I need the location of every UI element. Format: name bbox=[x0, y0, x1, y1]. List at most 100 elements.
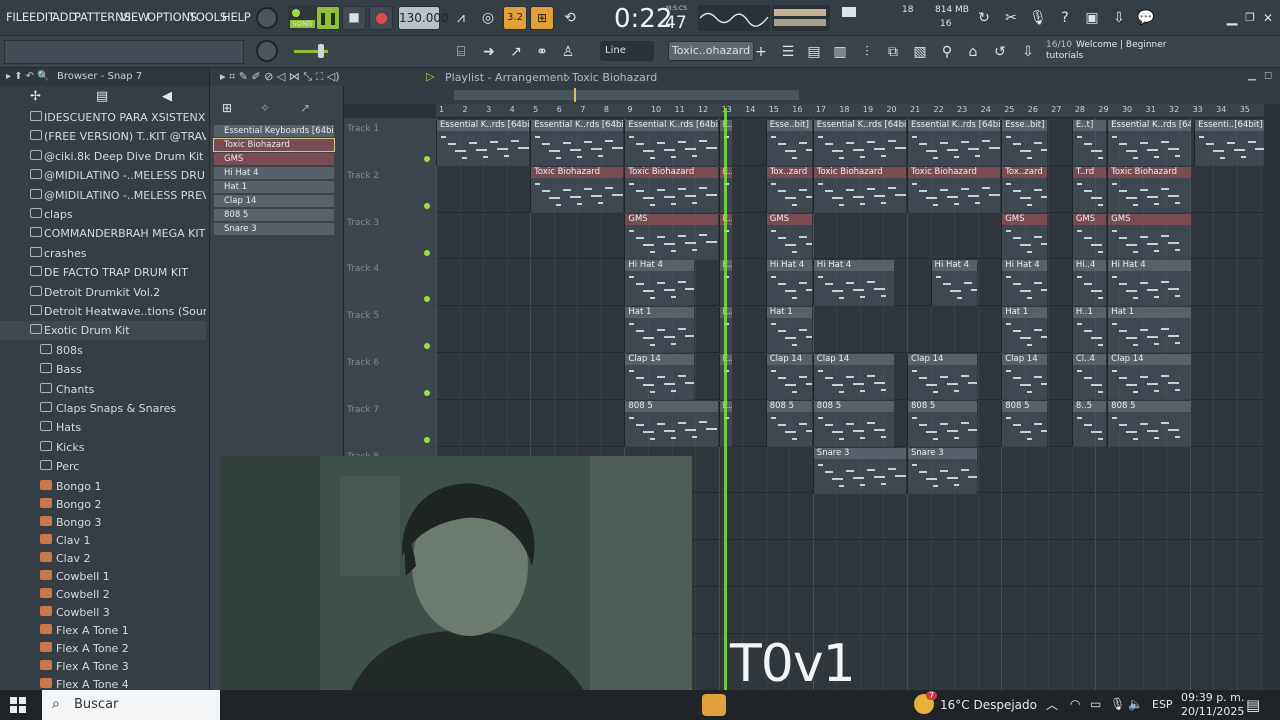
picker-audio-icon[interactable]: ✧ bbox=[260, 101, 270, 115]
browser-folder[interactable]: Detroit Heatwave..tions (Sound Kit) bbox=[0, 302, 206, 321]
browser-folder[interactable]: crashes bbox=[0, 244, 206, 263]
browser-folder[interactable]: @MIDILATINO -..MELESS DRUM KIT bbox=[0, 166, 206, 185]
cut-icon[interactable]: ✂ bbox=[1000, 7, 1022, 29]
picker-item[interactable]: Essential Keyboards [64bit] bbox=[214, 125, 334, 137]
track-name[interactable]: Track 2 bbox=[347, 171, 379, 181]
browser-speaker-icon[interactable]: ◀ bbox=[162, 89, 172, 104]
stop-button[interactable]: ■ bbox=[342, 6, 366, 30]
playlist-clip[interactable]: Hi Hat 4 bbox=[812, 260, 895, 307]
playhead-marker[interactable] bbox=[724, 108, 727, 690]
browser-subfolder[interactable]: Claps Snaps & Snares bbox=[0, 399, 206, 418]
playlist-clip[interactable]: 808 5 bbox=[765, 400, 812, 447]
browser-file[interactable]: Cowbell 1 bbox=[0, 567, 206, 586]
playlist-clip[interactable]: Hi Hat 4 bbox=[624, 260, 695, 307]
tempo-display[interactable]: 130.000 bbox=[398, 6, 449, 30]
browser-file[interactable]: Bongo 3 bbox=[0, 513, 206, 532]
fl-studio-taskbar-icon[interactable] bbox=[702, 694, 726, 716]
render-icon[interactable]: ⇩ bbox=[1108, 7, 1130, 29]
playlist-clip[interactable]: Essential K..rds [64bit] bbox=[812, 120, 906, 166]
playlist-clip[interactable]: Hat 1 bbox=[1107, 307, 1191, 354]
browser-nav-icons[interactable]: ▸ ⬆ ↶ 🔍 bbox=[6, 71, 50, 82]
playlist-clip[interactable]: Hi Hat 4 bbox=[1107, 260, 1191, 307]
playlist-clip[interactable]: Essential K..rds [64bit] bbox=[530, 120, 624, 166]
pattern-select[interactable]: Toxic..ohazard bbox=[668, 41, 754, 61]
track-mute-led-icon[interactable] bbox=[424, 436, 430, 443]
playlist-clip[interactable]: T..rd bbox=[1071, 166, 1107, 213]
picker-automation-icon[interactable]: ↗ bbox=[300, 101, 310, 115]
playlist-clip[interactable]: Cl..4 bbox=[1071, 354, 1107, 400]
playlist-clip[interactable]: Toxic Biohazard bbox=[624, 166, 718, 213]
countdown-button[interactable]: 3.2 bbox=[503, 6, 527, 30]
playlist-clip[interactable]: 8..5 bbox=[1071, 400, 1107, 447]
browser-subfolder[interactable]: 808s bbox=[0, 341, 206, 360]
download-icon[interactable]: ⇩ bbox=[1017, 41, 1039, 63]
browser-file[interactable]: Clav 1 bbox=[0, 531, 206, 550]
windows-start-icon[interactable] bbox=[10, 697, 26, 713]
browser-file[interactable]: Flex A Tone 3 bbox=[0, 657, 206, 676]
playlist-clip[interactable]: GMS bbox=[765, 213, 812, 260]
routing-icon[interactable]: ⧉ bbox=[882, 41, 904, 63]
playlist-clip[interactable]: 808 5 bbox=[624, 400, 718, 447]
add-pattern-icon[interactable]: + bbox=[754, 41, 768, 63]
notifications-icon[interactable]: ▤ bbox=[1246, 696, 1260, 714]
picker-item[interactable]: Hi Hat 4 bbox=[214, 167, 334, 179]
news-panel[interactable]: 16/10 Welcome | Beginner tutorials bbox=[1046, 40, 1176, 64]
tray-chevron-icon[interactable]: ︿ bbox=[1046, 696, 1058, 713]
playlist-clip[interactable]: Hi Hat 4 bbox=[1001, 260, 1048, 307]
playlist-clip[interactable]: Hat 1 bbox=[624, 307, 695, 354]
playlist-clip[interactable]: Toxic Biohazard bbox=[812, 166, 906, 213]
browser-folder[interactable]: (FREE VERSION) T..KIT @TRAVABEATS bbox=[0, 127, 206, 146]
playlist-clip[interactable]: Tox..zard bbox=[1001, 166, 1048, 213]
track-mute-led-icon[interactable] bbox=[424, 343, 430, 350]
playlist-overview[interactable] bbox=[344, 86, 1280, 104]
browser-folder[interactable]: Exotic Drum Kit bbox=[0, 321, 206, 341]
browser-file[interactable]: Cowbell 3 bbox=[0, 603, 206, 622]
mic-tray-icon[interactable]: 🎙 bbox=[1110, 697, 1125, 711]
browser-subfolder[interactable]: Perc bbox=[0, 457, 206, 476]
minimize-icon[interactable]: ▁ bbox=[1224, 7, 1240, 29]
browser-file[interactable]: Bongo 2 bbox=[0, 495, 206, 514]
playlist-clip[interactable]: 808 5 bbox=[812, 400, 895, 447]
track-name[interactable]: Track 6 bbox=[347, 358, 379, 368]
channel-rack-icon[interactable]: ▥ bbox=[829, 41, 851, 63]
picker-item[interactable]: Hat 1 bbox=[214, 181, 334, 193]
track-name[interactable]: Track 3 bbox=[347, 218, 379, 228]
playlist-clip[interactable]: Hi Hat 4 bbox=[930, 260, 977, 307]
playlist-clip[interactable]: Essential K..rds [64bit] bbox=[624, 120, 718, 166]
playlist-clip[interactable]: Clap 14 bbox=[1001, 354, 1048, 400]
menu-view[interactable]: VIEW bbox=[120, 10, 149, 24]
playlist-clip[interactable]: Essential K..rds [64bit] bbox=[436, 120, 530, 166]
browser-subfolder[interactable]: Hats bbox=[0, 418, 206, 437]
browser-file[interactable]: Cowbell 2 bbox=[0, 585, 206, 604]
mic-icon[interactable]: 🎙 bbox=[1027, 7, 1049, 29]
slider-handle-icon[interactable] bbox=[318, 44, 324, 58]
browser-subfolder[interactable]: Chants bbox=[0, 380, 206, 399]
wifi-icon[interactable]: ◠ bbox=[1070, 697, 1080, 711]
snap-select[interactable]: Line bbox=[600, 41, 654, 61]
browser-file[interactable]: Flex A Tone 4 bbox=[0, 675, 206, 690]
picker-item[interactable]: Toxic Biohazard bbox=[213, 138, 335, 152]
track-name[interactable]: Track 7 bbox=[347, 405, 379, 415]
playlist-clip[interactable]: Toxic Biohazard bbox=[1107, 166, 1191, 213]
undo-history-icon[interactable]: ↻ bbox=[973, 7, 995, 29]
playlist-clip[interactable]: Essential K..rds [64bit] bbox=[907, 120, 1001, 166]
close-icon[interactable]: ✕ bbox=[1260, 7, 1276, 29]
browser-folder[interactable]: claps bbox=[0, 205, 206, 224]
clock-time[interactable]: 09:39 p. m. bbox=[1181, 691, 1244, 704]
time-display[interactable]: 0:22 M:S:CS 47 bbox=[594, 2, 690, 34]
stamp-icon[interactable]: ♙ bbox=[557, 41, 579, 63]
browser-folder[interactable]: Detroit Drumkit Vol.2 bbox=[0, 283, 206, 302]
track-mute-led-icon[interactable] bbox=[424, 249, 430, 256]
playlist-clip[interactable]: Toxic Biohazard bbox=[907, 166, 1001, 213]
loop-record-icon[interactable]: ⟲ bbox=[559, 7, 581, 29]
track-mute-led-icon[interactable] bbox=[424, 202, 430, 209]
browser-file[interactable]: Clav 2 bbox=[0, 549, 206, 568]
slide-icon[interactable]: ↗ bbox=[505, 41, 527, 63]
arrow-right-icon[interactable]: ➜ bbox=[478, 41, 500, 63]
menu-help[interactable]: HELP bbox=[222, 10, 251, 24]
taskbar-search-box[interactable]: ⌕ Buscar bbox=[42, 690, 220, 720]
picker-item[interactable]: GMS bbox=[214, 153, 334, 165]
clock-date[interactable]: 20/11/2025 bbox=[1181, 705, 1244, 718]
browser-folder[interactable]: IDESCUENTO PARA XSISTENX bbox=[0, 108, 206, 127]
volume-icon[interactable]: 🔈 bbox=[1128, 697, 1143, 711]
